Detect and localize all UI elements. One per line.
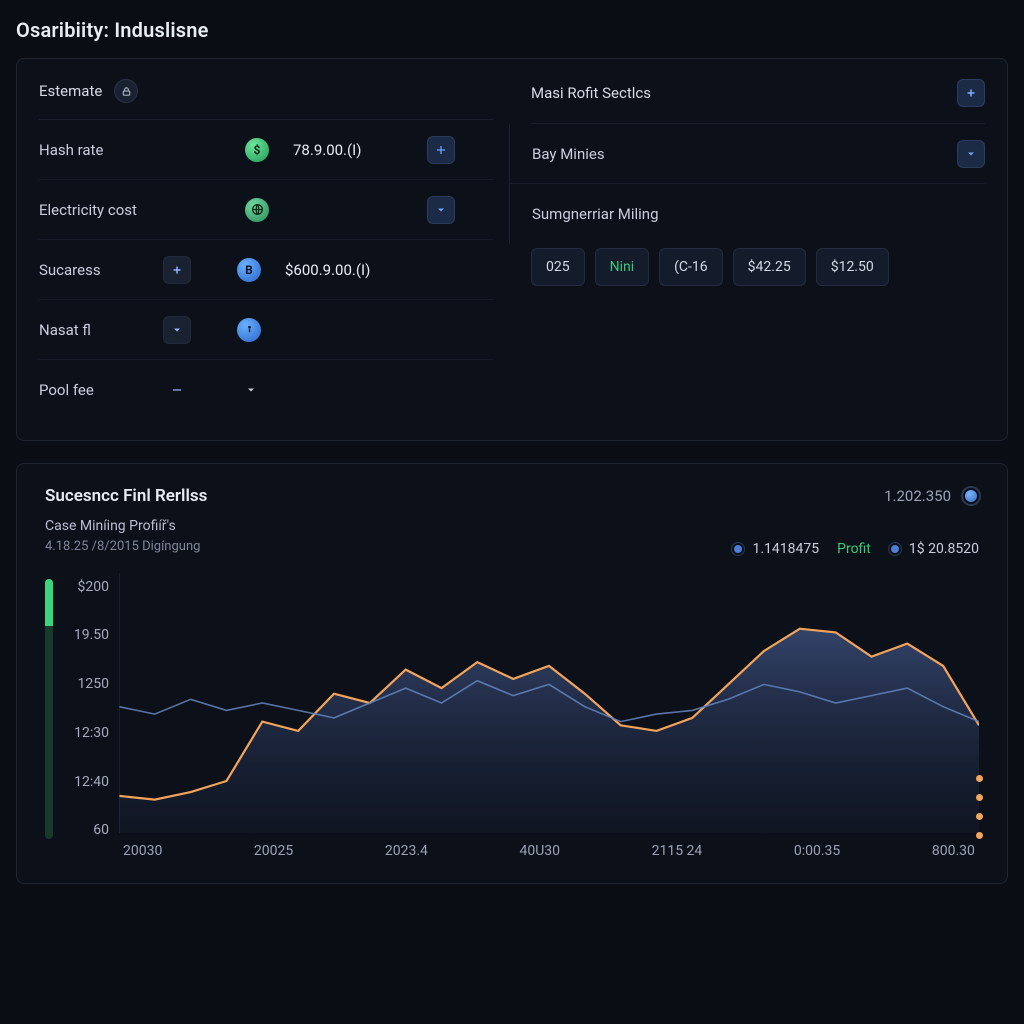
chart-title: Sucesncc Finl Rerllss (45, 486, 207, 506)
chip-2[interactable]: Nini (595, 248, 650, 286)
side-dot-icon (976, 794, 983, 801)
sucaress-add-button[interactable] (163, 256, 191, 284)
side-dots (976, 775, 983, 839)
page-title: Osaribiity: Induslisne (16, 18, 1008, 42)
y-tick: 12:40 (63, 774, 109, 790)
y-progress-bar (45, 579, 53, 839)
chart-legend: 1.1418475 Profit 1$ 20.8520 (732, 541, 979, 557)
x-tick: 2115 24 (652, 843, 703, 859)
lock-icon (114, 79, 138, 103)
x-tick: 40U30 (519, 843, 560, 859)
y-axis: $200 19.50 1250 12:30 12:40 60 (63, 579, 109, 839)
x-tick: 2023.4 (385, 843, 428, 859)
legend-profit: Profit (837, 541, 871, 557)
chip-row: 025 Nini (C-16 $42.25 $12.50 (531, 248, 985, 286)
electricity-dropdown[interactable] (427, 196, 455, 224)
legend-c: 1$ 20.8520 (889, 541, 979, 557)
row-electricity: Electricity cost (39, 180, 493, 240)
chart-subtitle: Case Miníing Profiíř's 4.18.25 /8/2015 D… (45, 516, 200, 557)
chart-svg (119, 573, 979, 833)
results-header-label: Masi Rofit Sectlcs (531, 84, 651, 102)
legend-a: 1.1418475 (732, 541, 819, 557)
globe-icon (245, 198, 269, 222)
plot-area[interactable]: 20030 20025 2023.4 40U30 2115 24 0:00.35… (119, 573, 979, 873)
x-tick: 0:00.35 (794, 843, 840, 859)
chip-5[interactable]: $12.50 (816, 248, 889, 286)
hash-rate-value[interactable]: 78.9.00.(I) (283, 133, 413, 167)
hash-rate-label: Hash rate (39, 141, 189, 159)
chart-subtitle-1: Case Miníing Profiíř's (45, 516, 200, 537)
legend-dot-icon (732, 543, 744, 555)
bay-minies-label: Bay Minies (532, 145, 943, 163)
info-icon (237, 318, 261, 342)
config-panel: Estemate Hash rate $ 78.9.00.(I) Electri… (16, 58, 1008, 441)
x-tick: 20030 (123, 843, 162, 859)
chart-subtitle-2: 4.18.25 /8/2015 Digíngung (45, 537, 200, 557)
estimate-header-label: Estemate (39, 82, 102, 100)
row-nasat: Nasat fl (39, 300, 493, 360)
chip-1[interactable]: 025 (531, 248, 585, 286)
nasat-dropdown[interactable] (163, 316, 191, 344)
estimate-header: Estemate (39, 79, 493, 120)
chart-panel: Sucesncc Finl Rerllss 1.202.350 Case Min… (16, 463, 1008, 884)
row-pool: Pool fee (39, 360, 493, 420)
x-axis: 20030 20025 2023.4 40U30 2115 24 0:00.35… (119, 833, 979, 859)
chip-3[interactable]: (C-16 (659, 248, 723, 286)
results-header: Masi Rofit Sectlcs (531, 79, 985, 124)
chart-head-dot-icon (963, 488, 979, 504)
coin-icon: B (237, 258, 261, 282)
row-summ: Sumgnerriar Miling (509, 184, 985, 244)
chart-head-value: 1.202.350 (884, 487, 951, 505)
sucaress-value[interactable]: $600.9.00.(I) (275, 253, 405, 287)
legend-dot-icon-2 (889, 543, 901, 555)
pool-chevron-down-icon[interactable] (237, 376, 265, 404)
bay-minies-dropdown[interactable] (957, 140, 985, 168)
side-dot-icon (976, 813, 983, 820)
chart-body: $200 19.50 1250 12:30 12:40 60 20030 200… (45, 573, 979, 873)
summ-label: Sumgnerriar Miling (532, 205, 985, 223)
sucaress-label: Sucaress (39, 261, 149, 279)
results-column: Masi Rofit Sectlcs Bay Minies Sumgnerria… (509, 79, 985, 420)
y-tick: $200 (63, 579, 109, 595)
nasat-label: Nasat fl (39, 321, 149, 339)
estimate-column: Estemate Hash rate $ 78.9.00.(I) Electri… (39, 79, 509, 420)
chart-head-value-wrap: 1.202.350 (884, 487, 979, 505)
pool-label: Pool fee (39, 381, 149, 399)
electricity-value[interactable] (283, 193, 413, 227)
row-sucaress: Sucaress B $600.9.00.(I) (39, 240, 493, 300)
hash-rate-dropdown[interactable] (427, 136, 455, 164)
pool-minus-button[interactable] (163, 376, 191, 404)
y-tick: 12:30 (63, 725, 109, 741)
row-hash-rate: Hash rate $ 78.9.00.(I) (39, 120, 493, 180)
x-tick: 20025 (254, 843, 293, 859)
y-tick: 19.50 (63, 627, 109, 643)
row-bay-minies: Bay Minies (509, 124, 985, 184)
electricity-label: Electricity cost (39, 201, 189, 219)
dollar-icon: $ (245, 138, 269, 162)
side-dot-icon (976, 775, 983, 782)
chip-4[interactable]: $42.25 (733, 248, 806, 286)
results-add-button[interactable] (957, 79, 985, 107)
x-tick: 800.30 (932, 843, 975, 859)
y-tick: 60 (63, 822, 109, 838)
side-dot-icon (976, 832, 983, 839)
y-tick: 1250 (63, 676, 109, 692)
